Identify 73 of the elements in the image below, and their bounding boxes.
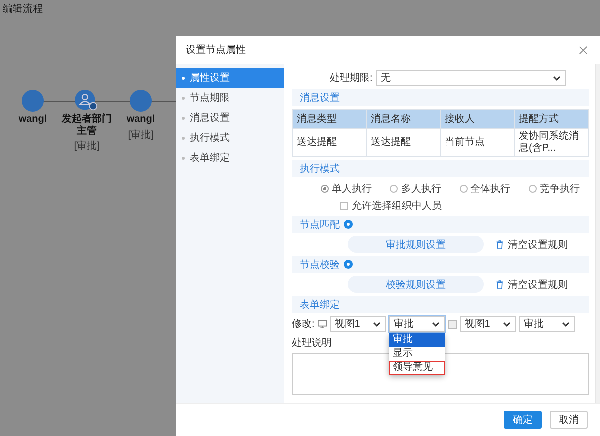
caret-icon	[372, 322, 381, 326]
column-header: 提醒方式	[514, 110, 588, 128]
table-cell: 送达提醒	[366, 128, 440, 156]
node-tag: [审批]	[128, 128, 154, 142]
dropdown-option[interactable]: 领导意见	[388, 361, 445, 375]
radio-button[interactable]	[390, 185, 398, 193]
section-title: 节点校验	[300, 258, 340, 272]
dropdown-select[interactable]: 审批	[388, 316, 445, 332]
dropdown-option[interactable]: 显示	[388, 347, 445, 361]
clear-rules-link[interactable]: 清空设置规则	[508, 278, 568, 292]
person-node-icon[interactable]	[75, 90, 99, 112]
help-icon[interactable]	[344, 220, 353, 229]
trash-icon[interactable]	[496, 280, 504, 290]
radio-button[interactable]	[460, 185, 468, 193]
caret-icon	[552, 76, 561, 80]
dropdown-select[interactable]: 视图1	[330, 316, 386, 332]
node-tag: [审批]	[74, 139, 100, 153]
node-circle-icon[interactable]	[129, 90, 153, 112]
radio-label: 全体执行	[470, 182, 511, 196]
caret-icon	[562, 322, 570, 326]
field-label: 处理期限:	[330, 72, 373, 85]
checkbox-label: 允许选择组织中人员	[352, 200, 442, 213]
radio-label: 多人执行	[401, 182, 442, 196]
cancel-button[interactable]: 取消	[550, 411, 588, 429]
nav-item[interactable]: 表单绑定	[176, 148, 284, 168]
rule-settings-button[interactable]: 校验规则设置	[348, 276, 484, 293]
node-circle-icon[interactable]	[21, 90, 45, 112]
section-title: 执行模式	[300, 162, 340, 176]
radio-label: 竞争执行	[540, 182, 580, 196]
bullet-icon	[182, 116, 185, 120]
checkbox[interactable]	[340, 202, 348, 210]
nav-item[interactable]: 属性设置	[176, 68, 284, 88]
scrollbar[interactable]	[595, 64, 600, 403]
dropdown-option[interactable]: 审批	[388, 333, 445, 347]
table-cell: 送达提醒	[292, 128, 366, 156]
bullet-icon	[182, 76, 185, 80]
section-title: 消息设置	[300, 92, 340, 104]
bullet-icon	[182, 156, 185, 160]
column-header: 消息类型	[292, 110, 366, 128]
rule-settings-button[interactable]: 审批规则设置	[348, 236, 484, 253]
section-title: 节点匹配	[300, 218, 340, 232]
caret-icon	[432, 322, 440, 326]
close-icon[interactable]	[579, 46, 588, 54]
page-title: 编辑流程	[3, 2, 43, 16]
column-header: 接收人	[440, 110, 514, 128]
dropdown-select[interactable]: 视图1	[460, 316, 516, 332]
dialog-title: 设置节点属性	[186, 44, 246, 57]
table-cell: 当前节点	[440, 128, 514, 156]
nav-item[interactable]: 消息设置	[176, 108, 284, 128]
trash-icon[interactable]	[496, 240, 504, 250]
radio-button[interactable]	[321, 185, 330, 193]
node-name: wangl	[18, 114, 48, 126]
column-header: 消息名称	[366, 110, 440, 128]
field-label: 修改:	[292, 318, 315, 331]
dropdown-select[interactable]: 审批	[518, 316, 575, 332]
bullet-icon	[182, 136, 185, 140]
help-icon[interactable]	[344, 260, 353, 269]
clear-rules-link[interactable]: 清空设置规则	[508, 238, 568, 252]
field-label: 处理说明	[292, 336, 332, 350]
deadline-select[interactable]: 无	[376, 70, 566, 86]
radio-label: 单人执行	[332, 182, 372, 196]
monitor-icon	[318, 320, 327, 328]
bullet-icon	[182, 96, 185, 100]
table-cell: 发协同系统消息(含P...	[514, 128, 588, 156]
radio-button[interactable]	[528, 185, 537, 193]
caret-icon	[502, 322, 511, 326]
node-name: 发起者部门主管	[62, 114, 112, 137]
section-title: 表单绑定	[300, 298, 340, 312]
nav-item[interactable]: 执行模式	[176, 128, 284, 148]
square-icon	[448, 320, 457, 328]
confirm-button[interactable]: 确定	[504, 411, 542, 429]
node-name: wangl	[126, 114, 156, 126]
nav-item[interactable]: 节点期限	[176, 88, 284, 108]
